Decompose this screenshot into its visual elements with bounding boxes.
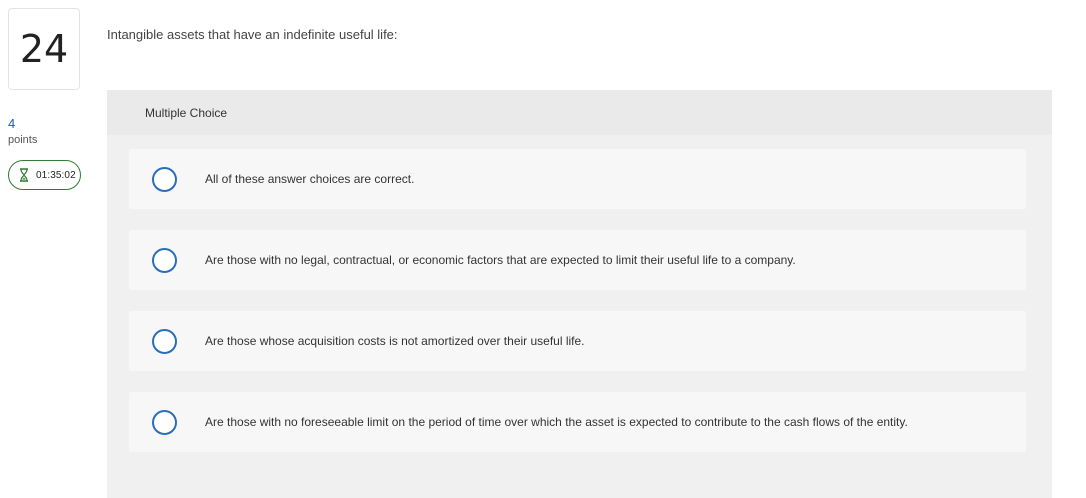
choice-label: Are those with no foreseeable limit on t… <box>205 415 908 429</box>
choice-option-4[interactable]: Are those with no foreseeable limit on t… <box>129 392 1026 452</box>
choice-option-2[interactable]: Are those with no legal, contractual, or… <box>129 230 1026 290</box>
radio-button[interactable] <box>152 328 177 354</box>
multiple-choice-header: Multiple Choice <box>107 90 1052 135</box>
choice-option-1[interactable]: All of these answer choices are correct. <box>129 149 1026 209</box>
points-value: 4 <box>8 116 16 131</box>
question-number-box: 24 <box>8 8 80 90</box>
choice-label: All of these answer choices are correct. <box>205 172 415 186</box>
choice-list: All of these answer choices are correct.… <box>129 149 1026 473</box>
hourglass-icon <box>19 168 29 182</box>
choice-label: Are those with no legal, contractual, or… <box>205 253 796 267</box>
radio-button[interactable] <box>152 166 177 192</box>
points-label: points <box>8 134 38 146</box>
radio-button[interactable] <box>152 247 177 273</box>
choice-option-3[interactable]: Are those whose acquisition costs is not… <box>129 311 1026 371</box>
question-number: 24 <box>19 27 69 71</box>
multiple-choice-panel: Multiple Choice All of these answer choi… <box>107 90 1052 498</box>
question-text: Intangible assets that have an indefinit… <box>107 27 398 42</box>
radio-button[interactable] <box>152 409 177 435</box>
timer-text: 01:35:02 <box>36 169 76 181</box>
timer-badge[interactable]: 01:35:02 <box>8 160 81 190</box>
multiple-choice-header-label: Multiple Choice <box>145 105 228 120</box>
choice-label: Are those whose acquisition costs is not… <box>205 334 585 348</box>
